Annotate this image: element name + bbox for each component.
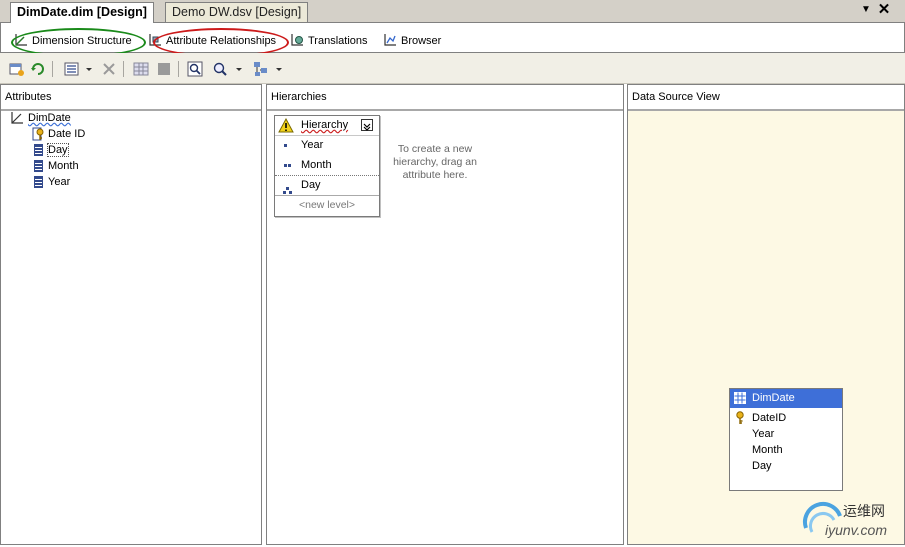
doc-tab-demo-dw[interactable]: Demo DW.dsv [Design] [165,2,309,22]
dimension-structure-icon [14,33,28,47]
hierarchy-name: Hierarchy [301,119,349,131]
warning-icon [278,117,294,134]
dropdown-arrow-icon[interactable] [84,60,94,78]
close-icon[interactable]: ✕ [875,1,893,19]
attribute-label: Day [47,143,69,157]
attribute-icon [34,176,43,189]
doc-tab-dimdate[interactable]: DimDate.dim [Design] [10,2,154,23]
toolbar-separator [52,61,53,77]
toolbar-separator [178,61,179,77]
attributes-pane-title: Attributes [1,85,261,111]
table-icon [734,392,746,404]
window-position-icon[interactable]: ▼ [857,1,875,19]
level-label: Year [301,139,324,151]
toolbar-separator [123,61,124,77]
grid-icon[interactable] [132,60,150,78]
tab-dimension-structure[interactable]: Dimension Structure [14,30,132,52]
dsv-table-header[interactable]: DimDate [730,389,842,408]
dsv-column-day[interactable]: Day [730,458,842,474]
tab-translations[interactable]: Translations [290,30,368,52]
key-attribute-icon [32,127,46,141]
attribute-year[interactable]: Year [34,174,70,190]
column-label: Month [752,444,783,456]
hierarchy-level-year[interactable]: Year [275,136,379,155]
collapse-icon[interactable] [361,119,373,131]
level-label: Day [301,179,321,191]
attribute-label: Year [48,176,71,188]
hierarchy-header[interactable]: Hierarchy [275,116,379,136]
arrange-icon[interactable] [252,60,270,78]
hierarchy-level-day[interactable]: Day [275,176,379,196]
dsv-pane-title: Data Source View [628,85,904,111]
add-table-icon[interactable] [8,60,26,78]
hierarchies-pane-title: Hierarchies [267,85,623,111]
table-name: DimDate [752,392,795,404]
dimension-root[interactable]: DimDate [10,110,71,126]
tab-label: Attribute Relationships [166,35,277,47]
attribute-relationships-icon [148,33,162,47]
dropdown-arrow-icon[interactable] [274,60,284,78]
column-label: Year [752,428,775,440]
hierarchy-level-month[interactable]: Month [275,156,379,176]
level-2-icon [284,164,291,167]
tab-attribute-relationships[interactable]: Attribute Relationships [148,30,276,52]
dsv-table-dimdate[interactable]: DimDate DateID Year Month Day [729,388,843,491]
watermark-domain: iyunv.com [825,522,887,538]
browser-icon [383,33,397,47]
refresh-icon[interactable] [29,60,47,78]
zoom-to-fit-icon[interactable] [186,60,204,78]
attribute-label: Date ID [48,128,86,140]
data-source-view-pane: Data Source View DimDate DateID Year Mon… [627,84,905,545]
dropdown-arrow-icon[interactable] [234,60,244,78]
dimension-icon [10,111,24,125]
dimension-name: DimDate [28,112,71,124]
tab-label: Translations [308,35,368,47]
attribute-label: Month [48,160,79,172]
key-icon [734,411,746,425]
tab-browser[interactable]: Browser [383,30,441,52]
column-label: DateID [752,412,787,424]
attribute-icon [34,160,43,173]
dsv-column-dateid[interactable]: DateID [730,410,842,426]
attributes-pane: Attributes DimDate Date ID Day Month Yea… [0,84,262,545]
delete-icon[interactable] [100,60,118,78]
zoom-icon[interactable] [211,60,229,78]
dsv-column-month[interactable]: Month [730,442,842,458]
attribute-day[interactable]: Day [34,142,69,158]
designer-tab-bar [0,23,905,52]
level-label: Month [301,159,332,171]
dsv-column-year[interactable]: Year [730,426,842,442]
tab-label: Dimension Structure [32,35,132,47]
attribute-icon [34,144,43,157]
translations-icon [290,33,304,47]
column-label: Day [752,460,772,472]
show-attributes-icon[interactable] [63,60,81,78]
tab-label: Browser [401,35,442,47]
stop-icon[interactable] [155,60,173,78]
level-3-icon [283,182,292,194]
hierarchy-box[interactable]: Hierarchy Year Month Day <new level> [274,115,380,217]
new-level-placeholder[interactable]: <new level> [275,196,379,215]
level-1-icon [284,144,287,147]
attribute-month[interactable]: Month [34,158,79,174]
watermark-text: 运维网 [843,504,885,520]
hierarchies-pane: Hierarchies Hierarchy Year Month Day <ne… [266,84,624,545]
create-hierarchy-hint: To create a new hierarchy, drag an attri… [393,143,477,181]
attribute-date-id[interactable]: Date ID [32,126,85,142]
